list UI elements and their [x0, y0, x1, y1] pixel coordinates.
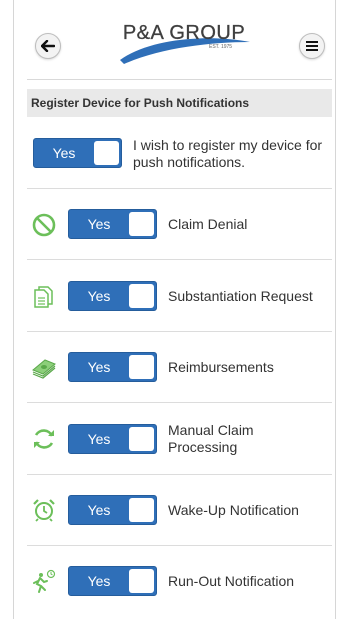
- toggle-label: Yes: [52, 145, 76, 161]
- pa-group-logo: P&A GROUP EST. 1975: [110, 22, 258, 66]
- notification-row: Yes Manual Claim Processing: [27, 403, 332, 475]
- toggle-label: Yes: [87, 359, 111, 375]
- money-stack-icon: [32, 359, 56, 379]
- toggle-knob: [129, 569, 154, 593]
- reimbursements-toggle[interactable]: Yes: [68, 352, 157, 382]
- header-divider: [27, 79, 332, 80]
- section-title: Register Device for Push Notifications: [27, 89, 332, 117]
- substantiation-request-label: Substantiation Request: [168, 288, 313, 304]
- prohibited-icon: [32, 213, 56, 237]
- claim-denial-label: Claim Denial: [168, 216, 248, 232]
- app-frame: P&A GROUP EST. 1975 Register Device for …: [13, 0, 336, 619]
- reimbursements-label: Reimbursements: [168, 359, 274, 375]
- register-device-row: Yes I wish to register my device for pus…: [27, 117, 332, 189]
- wake-up-notification-toggle[interactable]: Yes: [68, 495, 157, 525]
- back-button[interactable]: [35, 33, 61, 59]
- toggle-label: Yes: [87, 502, 111, 518]
- toggle-knob: [129, 284, 154, 308]
- notification-row: Yes Substantiation Request: [27, 260, 332, 332]
- toggle-label: Yes: [87, 573, 111, 589]
- toggle-label: Yes: [87, 288, 111, 304]
- run-out-notification-label: Run-Out Notification: [168, 573, 295, 589]
- toggle-knob: [129, 427, 154, 451]
- documents-icon: [34, 286, 53, 308]
- manual-claim-processing-toggle[interactable]: Yes: [68, 424, 157, 454]
- toggle-knob: [129, 212, 154, 236]
- register-device-toggle[interactable]: Yes: [33, 138, 122, 168]
- notification-row: Yes Run-Out Notification: [27, 546, 332, 619]
- notification-row: Yes Claim Denial: [27, 189, 332, 260]
- toggle-knob: [129, 355, 154, 379]
- toggle-knob: [94, 141, 119, 165]
- claim-denial-toggle[interactable]: Yes: [68, 209, 157, 239]
- register-device-label: I wish to register my device for push no…: [133, 137, 323, 170]
- toggle-knob: [129, 498, 154, 522]
- arrow-left-icon: [41, 40, 55, 52]
- logo-est: EST. 1975: [209, 44, 233, 50]
- toggle-label: Yes: [87, 431, 111, 447]
- alarm-clock-icon: [33, 499, 55, 522]
- hamburger-menu-icon: [306, 41, 318, 51]
- notification-row: Yes Wake-Up Notification: [27, 475, 332, 546]
- toggle-label: Yes: [87, 216, 111, 232]
- substantiation-request-toggle[interactable]: Yes: [68, 281, 157, 311]
- menu-button[interactable]: [299, 33, 325, 59]
- manual-claim-processing-label: Manual Claim Processing: [168, 422, 254, 455]
- logo-wordmark: P&A GROUP: [122, 22, 246, 44]
- notification-row: Yes Reimbursements: [27, 332, 332, 403]
- header: P&A GROUP EST. 1975: [14, 0, 335, 80]
- runner-clock-icon: [33, 569, 56, 593]
- run-out-notification-toggle[interactable]: Yes: [68, 566, 157, 596]
- wake-up-notification-label: Wake-Up Notification: [168, 502, 299, 518]
- refresh-icon: [34, 429, 54, 449]
